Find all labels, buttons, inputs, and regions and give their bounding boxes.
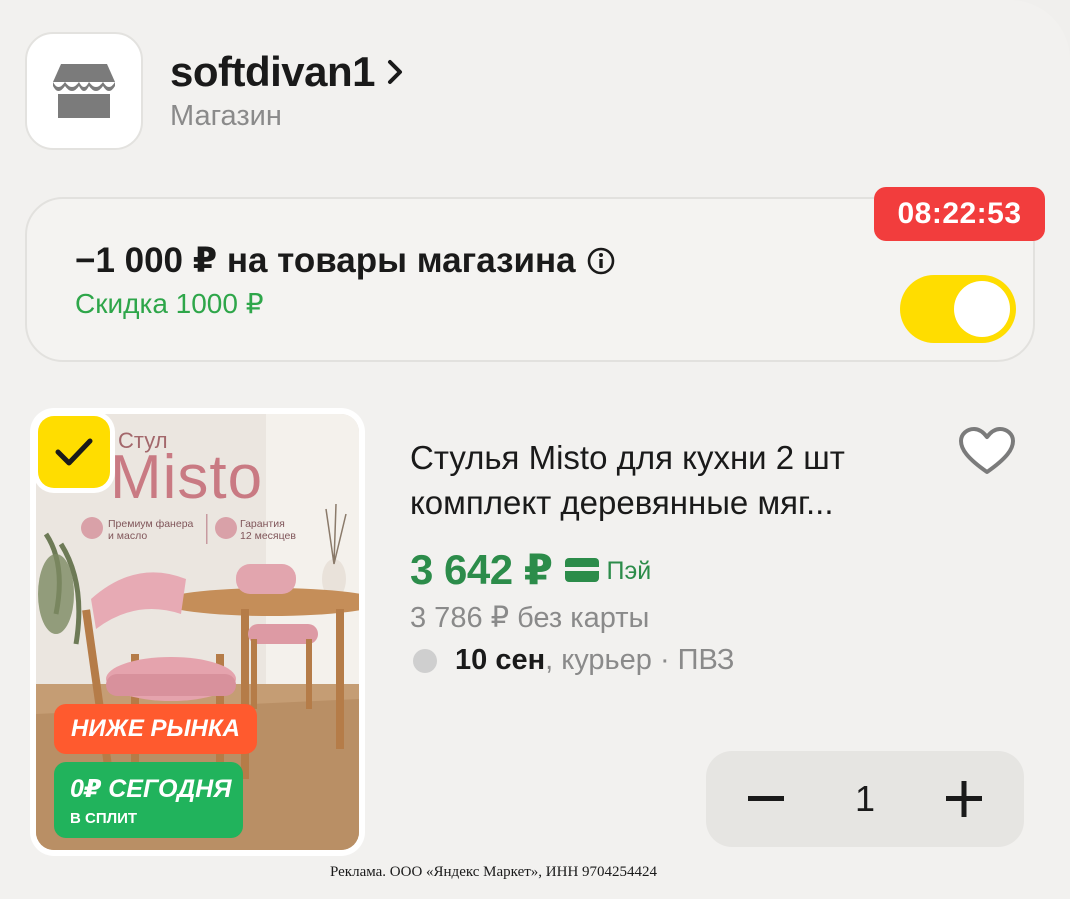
promo-title-text: −1 000 ₽ на товары магазина [75,241,576,280]
quantity-value: 1 [854,778,876,819]
image-brand: Misto [110,443,264,512]
split-badge-line1: 0₽ СЕГОДНЯ [70,775,232,803]
check-icon [55,438,93,466]
toggle-knob [954,281,1010,337]
info-icon[interactable] [586,246,616,276]
split-badge-line2: В СПЛИТ [70,810,138,827]
countdown-timer: 08:22:53 [874,187,1045,241]
delivery-methods: , курьер · ПВЗ [545,644,735,676]
image-feature-2: Гарантия 12 месяцев [240,518,296,542]
shop-name: softdivan1 [170,48,376,95]
delivery-info: 10 сен , курьер · ПВЗ [413,644,734,677]
product-select-checkbox[interactable] [38,416,110,488]
below-market-badge: НИЖЕ РЫНКА [54,704,257,754]
storefront-icon [53,64,115,118]
image-feature-1: Премиум фанера и масло [108,518,194,542]
price-row: 3 642 ₽ Пэй [410,545,651,594]
product-title[interactable]: Стулья Misto для кухни 2 шт комплект дер… [410,435,950,525]
delivery-dot [413,648,437,673]
shop-name-link[interactable]: softdivan1 [170,48,405,96]
shop-type-label: Магазин [170,100,282,132]
shop-logo[interactable] [25,32,143,150]
delivery-date: 10 сен [455,644,546,676]
increase-button[interactable] [916,751,1012,847]
ad-disclaimer: Реклама. ООО «Яндекс Маркет», ИНН 970425… [330,864,658,880]
decrease-button[interactable] [718,751,814,847]
price: 3 642 ₽ [410,546,553,593]
quantity-stepper: 1 [706,751,1024,847]
minus-icon [748,796,784,801]
card-icon [564,557,599,582]
heart-icon [959,427,1015,474]
promo-subtitle: Скидка 1000 ₽ [75,288,264,319]
promo-toggle[interactable] [900,275,1016,343]
promo-title: −1 000 ₽ на товары магазина [75,241,616,281]
pay-label: Пэй [606,557,652,585]
plus-icon [946,781,982,817]
split-badge: 0₽ СЕГОДНЯ В СПЛИТ [54,762,243,838]
favorite-button[interactable] [955,425,1019,477]
price-without-card: 3 786 ₽ без карты [410,602,650,634]
chevron-right-icon [388,60,403,84]
